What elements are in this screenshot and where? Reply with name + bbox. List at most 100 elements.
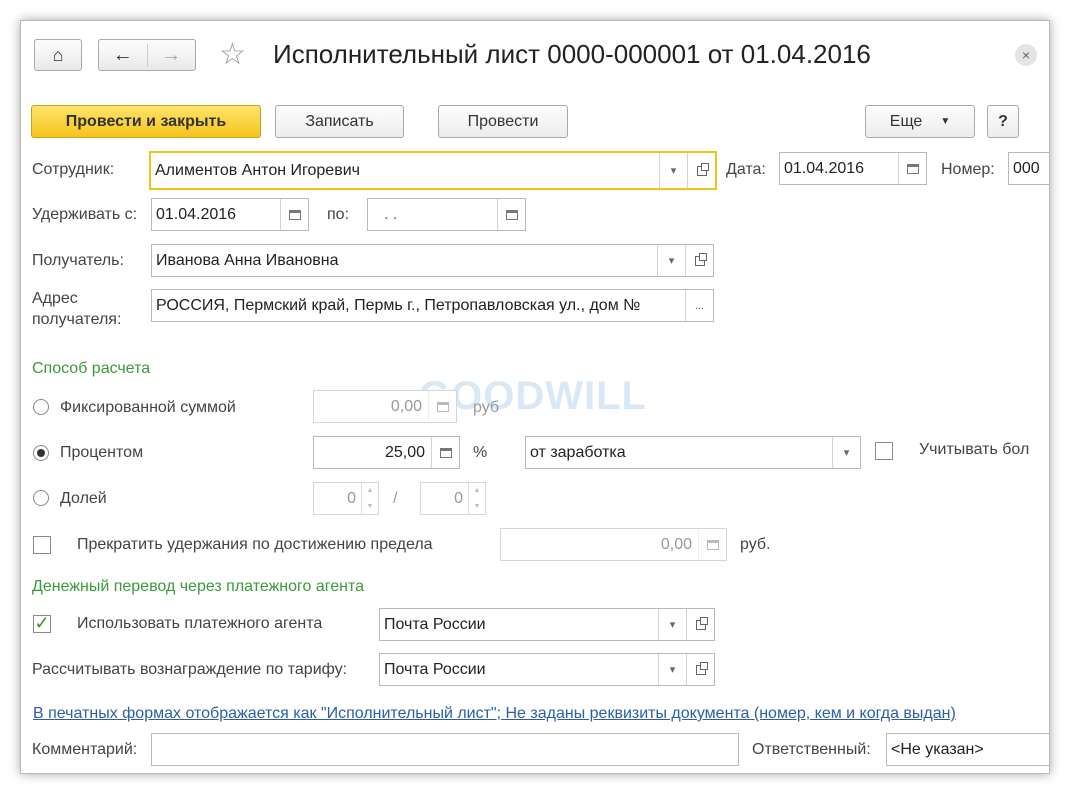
home-icon: ⌂ [52,44,64,65]
stop-limit-unit: руб. [740,536,771,553]
responsible-label: Ответственный: [752,741,871,758]
radio-fixed[interactable] [33,399,49,415]
share-label: Долей [60,490,107,507]
date-value: 01.04.2016 [784,160,865,177]
number-label: Номер: [941,161,995,178]
print-forms-link[interactable]: В печатных формах отображается как "Испо… [33,705,956,723]
recipient-field[interactable]: Иванова Анна Ивановна ▾ [151,244,714,277]
account-label: Учитывать бол [919,441,1030,458]
nav-history-group: ← → [98,39,196,71]
share-separator: / [393,490,398,507]
page-title: Исполнительный лист 0000-000001 от 01.04… [273,39,871,69]
close-button[interactable]: × [1015,44,1037,66]
caret-down-icon: ▼ [940,116,951,127]
use-agent-checkbox[interactable]: ✓ [33,613,51,633]
account-checkbox[interactable] [875,442,893,460]
agent-dropdown-button[interactable]: ▾ [658,609,686,640]
percent-calc-button[interactable] [431,437,459,468]
share-denominator-stepper[interactable]: 0 ▲ ▼ [420,482,486,515]
withhold-to-calendar-button[interactable] [497,199,525,230]
withhold-to-field[interactable]: . . [367,198,526,231]
calculator-icon [439,447,452,458]
tariff-dropdown-button[interactable]: ▾ [658,654,686,685]
stop-limit-checkbox[interactable] [33,536,51,554]
comment-input[interactable] [151,733,739,766]
stop-limit-field[interactable]: 0,00 [500,528,727,561]
fixed-amount-field[interactable]: 0,00 [313,390,457,423]
caret-down-icon: ▾ [668,255,675,267]
recipient-dropdown-button[interactable]: ▾ [657,245,685,276]
help-button[interactable]: ? [987,105,1019,138]
withhold-to-value: . . [384,206,398,223]
caret-down-icon: ▾ [669,619,676,631]
open-form-icon [695,616,708,630]
date-field[interactable]: 01.04.2016 [779,152,927,185]
recipient-open-button[interactable] [685,245,713,276]
calendar-icon [906,163,919,174]
stop-limit-calc-button[interactable] [698,529,726,560]
checkmark-icon: ✓ [34,613,50,633]
post-and-close-button[interactable]: Провести и закрыть [31,105,261,138]
forward-button[interactable]: → [148,44,196,67]
home-button[interactable]: ⌂ [34,39,82,71]
share-numerator-stepper[interactable]: 0 ▲ ▼ [313,482,379,515]
percent-base-select[interactable]: от заработка ▾ [525,436,861,469]
radio-percent[interactable] [33,445,49,461]
document-window: ⌂ ← → ☆ Исполнительный лист 0000-000001 … [20,20,1050,774]
date-calendar-button[interactable] [898,153,926,184]
date-label: Дата: [726,161,766,178]
tariff-value: Почта России [384,661,486,678]
responsible-field[interactable]: <Не указан> [886,733,1049,766]
agent-value: Почта России [384,616,486,633]
employee-field[interactable]: Алиментов Антон Игоревич ▾ [149,151,717,190]
tariff-label: Рассчитывать вознаграждение по тарифу: [32,661,348,678]
caret-down-icon: ▾ [669,664,676,676]
open-form-icon [695,661,708,675]
radio-share[interactable] [33,490,49,506]
fixed-label: Фиксированной суммой [60,399,236,416]
employee-dropdown-button[interactable]: ▾ [659,153,687,188]
open-form-icon [694,252,707,266]
caret-down-icon: ▾ [670,165,677,177]
save-button[interactable]: Записать [275,105,404,138]
calculator-icon [436,401,449,412]
recipient-value: Иванова Анна Ивановна [156,252,339,269]
recipient-label: Получатель: [32,252,124,269]
favorite-star-icon[interactable]: ☆ [219,37,246,72]
address-label-line1: Адрес [32,290,78,307]
tariff-open-button[interactable] [686,654,714,685]
open-form-icon [696,162,709,176]
percent-unit: % [473,444,488,461]
fixed-amount-calc-button[interactable] [428,391,456,422]
stepper-arrows-icon[interactable]: ▲ ▼ [361,483,378,514]
stepper-arrows-icon[interactable]: ▲ ▼ [468,483,485,514]
calendar-icon [288,209,301,220]
withhold-from-label: Удерживать с: [32,206,138,223]
number-field[interactable]: 000 [1008,152,1049,185]
withhold-from-value: 01.04.2016 [156,206,237,223]
more-menu-button[interactable]: Еще ▼ [865,105,975,138]
employee-value: Алиментов Антон Игоревич [155,162,360,179]
post-button[interactable]: Провести [438,105,568,138]
employee-label: Сотрудник: [32,161,115,178]
address-label-line2: получателя: [32,311,122,328]
percent-base-dropdown-button[interactable]: ▾ [832,437,860,468]
address-edit-button[interactable]: ... [685,290,713,321]
withhold-from-calendar-button[interactable] [280,199,308,230]
share-denominator-value: 0 [454,490,463,507]
number-value: 000 [1013,160,1040,177]
comment-label: Комментарий: [32,741,138,758]
percent-field[interactable]: 25,00 [313,436,460,469]
agent-open-button[interactable] [686,609,714,640]
stop-limit-label: Прекратить удержания по достижению преде… [77,536,433,553]
address-field[interactable]: РОССИЯ, Пермский край, Пермь г., Петропа… [151,289,714,322]
responsible-value: <Не указан> [891,741,984,758]
employee-open-button[interactable] [687,153,715,188]
agent-field[interactable]: Почта России ▾ [379,608,715,641]
withhold-from-field[interactable]: 01.04.2016 [151,198,309,231]
back-button[interactable]: ← [99,43,148,67]
stop-limit-value: 0,00 [660,536,692,553]
arrow-left-icon: ← [112,43,133,66]
transfer-section-title: Денежный перевод через платежного агента [32,578,365,595]
tariff-field[interactable]: Почта России ▾ [379,653,715,686]
